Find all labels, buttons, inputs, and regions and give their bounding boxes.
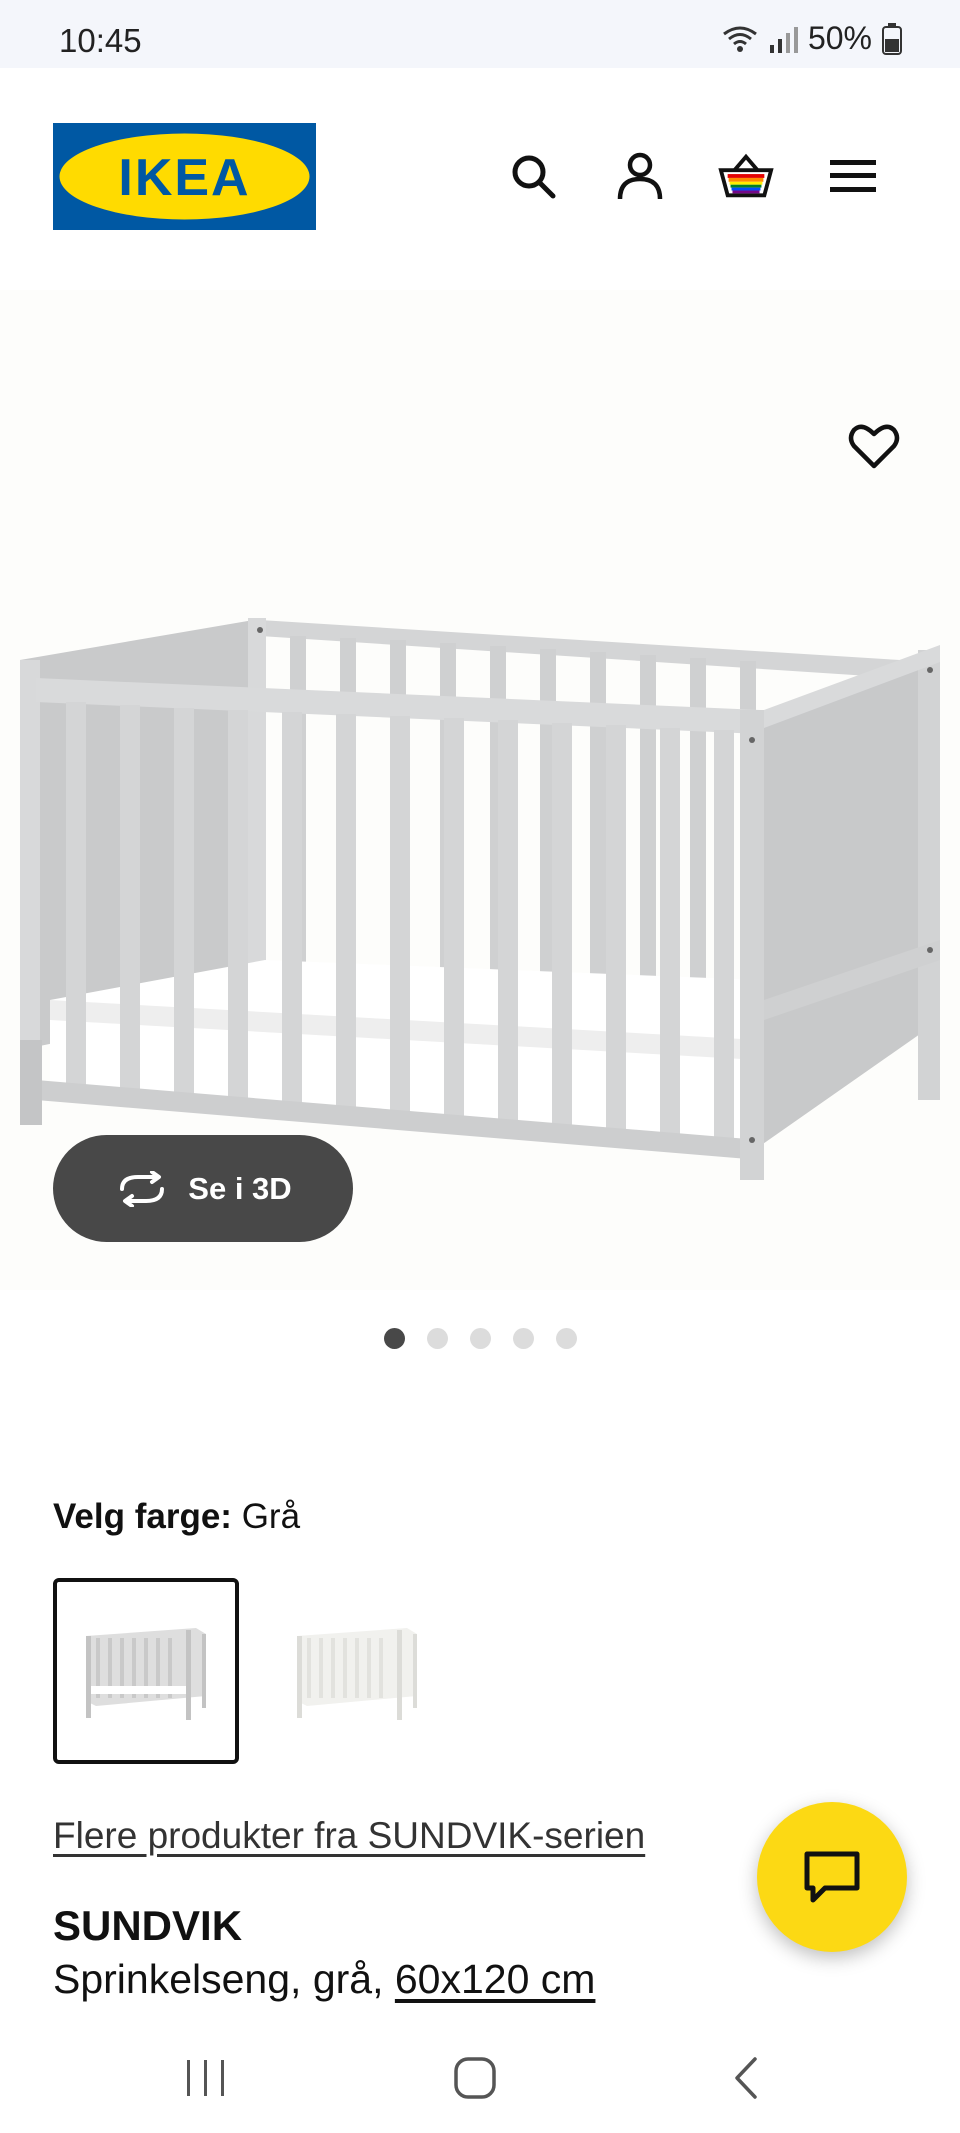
crib-thumbnail-gray [86,1628,206,1720]
crib-thumbnail-white [297,1628,417,1720]
menu-icon [830,160,876,192]
search-button[interactable] [505,148,561,204]
view-3d-button[interactable]: Se i 3D [53,1135,353,1242]
gallery-dot-1[interactable] [383,1328,405,1349]
product-description: Sprinkelseng, grå, 60x120 cm [53,1956,595,2003]
view-3d-label: Se i 3D [188,1170,292,1206]
cart-icon [718,153,774,198]
account-icon [617,152,663,200]
back-button[interactable] [716,2048,776,2108]
battery-icon [882,22,902,55]
cart-button[interactable] [718,148,774,204]
series-link[interactable]: Flere produkter fra SUNDVIK-serien [53,1815,645,1857]
gallery-dot-3[interactable] [469,1328,491,1349]
menu-button[interactable] [825,148,881,204]
color-selector-label: Velg farge: Grå [53,1497,300,1537]
gallery-pagination [0,1328,960,1349]
status-time: 10:45 [59,22,142,59]
search-icon [512,155,556,199]
color-selected-value: Grå [241,1497,301,1536]
wifi-icon [723,26,757,52]
rotate-3d-icon [120,1170,165,1207]
recent-apps-icon [187,2060,224,2096]
ikea-logo[interactable]: IKEA [53,123,316,230]
color-label-prefix: Velg farge: [53,1497,232,1536]
product-image-crib [20,618,940,1180]
back-icon [735,2057,757,2099]
site-header: IKEA [0,68,960,288]
recent-apps-button[interactable] [176,2048,236,2108]
status-bar: 10:45 50% [0,0,960,68]
system-nav-bar [0,2010,960,2133]
product-gallery[interactable]: Se i 3D [0,290,960,1349]
color-swatch-white[interactable] [264,1578,450,1764]
home-button[interactable] [445,2048,505,2108]
product-type: Sprinkelseng, grå, [53,1956,384,2002]
status-icons: 50% [722,20,902,57]
account-button[interactable] [612,148,668,204]
svg-text:IKEA: IKEA [118,149,250,207]
gallery-dot-4[interactable] [512,1328,534,1349]
chat-icon [804,1851,860,1903]
gallery-dot-5[interactable] [555,1328,577,1349]
signal-icon [769,26,798,53]
color-swatch-gray[interactable] [53,1578,239,1764]
product-name: SUNDVIK [53,1902,243,1949]
product-size-link[interactable]: 60x120 cm [395,1956,596,2002]
chat-button[interactable] [757,1802,907,1952]
home-icon [454,2057,496,2099]
battery-percent: 50% [807,20,872,56]
gallery-dot-2[interactable] [426,1328,448,1349]
